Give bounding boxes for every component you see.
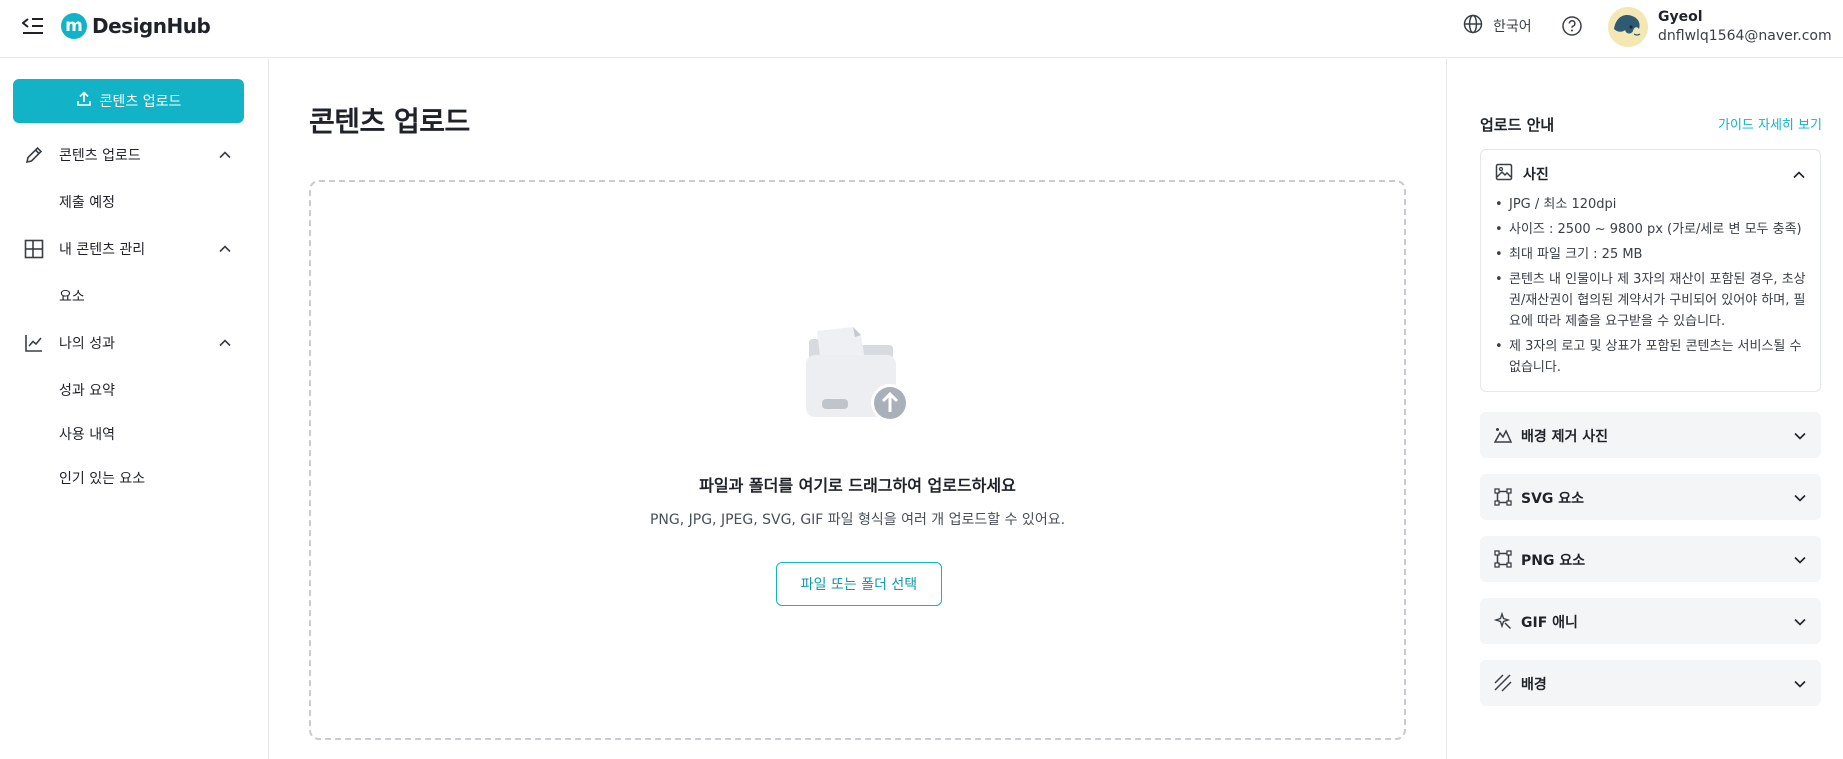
select-files-button[interactable]: 파일 또는 폴더 선택	[776, 562, 942, 606]
layout-grid-icon	[22, 237, 46, 261]
upload-content-label: 콘텐츠 업로드	[99, 94, 182, 110]
help-icon[interactable]	[1561, 15, 1583, 41]
sidebar-item-pending-submission[interactable]: 제출 예정	[59, 193, 115, 213]
guide-section-background[interactable]: 배경	[1480, 660, 1821, 706]
sidebar-group-content-upload[interactable]: 콘텐츠 업로드	[22, 140, 242, 170]
guide-detail-link[interactable]: 가이드 자세히 보기	[1718, 114, 1822, 133]
user-info[interactable]: Gyeol dnflwlq1564@naver.com	[1658, 8, 1832, 46]
sidebar-item-elements[interactable]: 요소	[59, 287, 85, 307]
sidebar-item-usage-history[interactable]: 사용 내역	[59, 425, 115, 445]
pencil-icon	[22, 143, 46, 167]
chevron-up-icon[interactable]	[1792, 167, 1806, 186]
image-icon	[1495, 163, 1513, 185]
guide-rules-list: JPG / 최소 120dpi 사이즈 : 2500 ~ 9800 px (가로…	[1495, 194, 1810, 382]
chevron-down-icon[interactable]	[1793, 552, 1807, 571]
logo-mark-icon: m	[61, 13, 87, 39]
chevron-down-icon[interactable]	[1793, 676, 1807, 695]
list-item: 최대 파일 크기 : 25 MB	[1495, 244, 1810, 265]
chevron-up-icon[interactable]	[218, 241, 232, 260]
guide-title: 업로드 안내	[1480, 116, 1555, 134]
guide-section-photo: 사진 JPG / 최소 120dpi 사이즈 : 2500 ~ 9800 px …	[1480, 149, 1821, 392]
guide-section-label: 사진	[1523, 167, 1549, 183]
mountain-icon	[1493, 425, 1513, 445]
guide-section-header[interactable]: 사진	[1495, 163, 1549, 185]
user-name: Gyeol	[1658, 9, 1703, 25]
guide-section-label: GIF 애니	[1521, 615, 1578, 631]
logo-text: DesignHub	[92, 14, 211, 38]
language-label: 한국어	[1493, 19, 1532, 35]
menu-collapse-icon[interactable]	[20, 13, 46, 39]
guide-section-label: 배경 제거 사진	[1521, 429, 1609, 445]
sidebar: 콘텐츠 업로드 콘텐츠 업로드 제출 예정 내 콘텐츠 관리 요소 나의 성과 …	[0, 59, 269, 759]
list-item: JPG / 최소 120dpi	[1495, 194, 1810, 215]
logo[interactable]: m DesignHub	[61, 13, 211, 39]
sidebar-group-my-performance[interactable]: 나의 성과	[22, 328, 242, 358]
list-item: 사이즈 : 2500 ~ 9800 px (가로/세로 변 모두 충족)	[1495, 219, 1810, 240]
list-item: 제 3자의 로고 및 상표가 포함된 콘텐츠는 서비스될 수 없습니다.	[1495, 336, 1810, 378]
guide-section-png-element[interactable]: PNG 요소	[1480, 536, 1821, 582]
language-selector[interactable]: 한국어	[1463, 14, 1532, 38]
sparkle-icon	[1493, 611, 1513, 631]
guide-section-label: SVG 요소	[1521, 491, 1585, 507]
chevron-up-icon[interactable]	[218, 335, 232, 354]
sidebar-item-popular-elements[interactable]: 인기 있는 요소	[59, 469, 145, 489]
chevron-up-icon[interactable]	[218, 147, 232, 166]
sidebar-group-label: 콘텐츠 업로드	[59, 148, 141, 164]
upload-content-button[interactable]: 콘텐츠 업로드	[13, 79, 244, 123]
chevron-down-icon[interactable]	[1793, 490, 1807, 509]
sidebar-group-label: 내 콘텐츠 관리	[59, 242, 146, 258]
page-title: 콘텐츠 업로드	[309, 105, 470, 138]
chart-line-icon	[22, 331, 46, 355]
list-item: 콘텐츠 내 인물이나 제 3자의 재산이 포함된 경우, 초상권/재산권이 협의…	[1495, 269, 1810, 332]
upload-guide-panel: 업로드 안내 가이드 자세히 보기 사진 JPG / 최소 120dpi 사이즈…	[1446, 59, 1843, 759]
dropzone-title: 파일과 폴더를 여기로 드래그하여 업로드하세요	[699, 476, 1016, 495]
pattern-icon	[1493, 673, 1513, 693]
guide-section-svg-element[interactable]: SVG 요소	[1480, 474, 1821, 520]
guide-section-bg-removed-photo[interactable]: 배경 제거 사진	[1480, 412, 1821, 458]
top-header: m DesignHub 한국어 Gyeol dnflwlq1564@naver.…	[0, 0, 1843, 58]
sidebar-group-my-content[interactable]: 내 콘텐츠 관리	[22, 234, 242, 264]
sidebar-group-label: 나의 성과	[59, 336, 115, 352]
avatar[interactable]	[1608, 7, 1648, 47]
user-email: dnflwlq1564@naver.com	[1658, 28, 1832, 44]
guide-section-label: 배경	[1521, 677, 1547, 693]
folder-upload-icon	[803, 325, 913, 425]
guide-section-gif-animation[interactable]: GIF 애니	[1480, 598, 1821, 644]
vector-icon	[1493, 487, 1513, 507]
sidebar-item-performance-summary[interactable]: 성과 요약	[59, 381, 115, 401]
chevron-down-icon[interactable]	[1793, 428, 1807, 447]
vector-icon	[1493, 549, 1513, 569]
dropzone-description: PNG, JPG, JPEG, SVG, GIF 파일 형식을 여러 개 업로드…	[649, 512, 1066, 528]
chevron-down-icon[interactable]	[1793, 614, 1807, 633]
globe-icon	[1463, 14, 1483, 38]
guide-section-label: PNG 요소	[1521, 553, 1586, 569]
upload-dropzone[interactable]: 파일과 폴더를 여기로 드래그하여 업로드하세요 PNG, JPG, JPEG,…	[309, 180, 1406, 740]
upload-icon	[76, 91, 92, 111]
